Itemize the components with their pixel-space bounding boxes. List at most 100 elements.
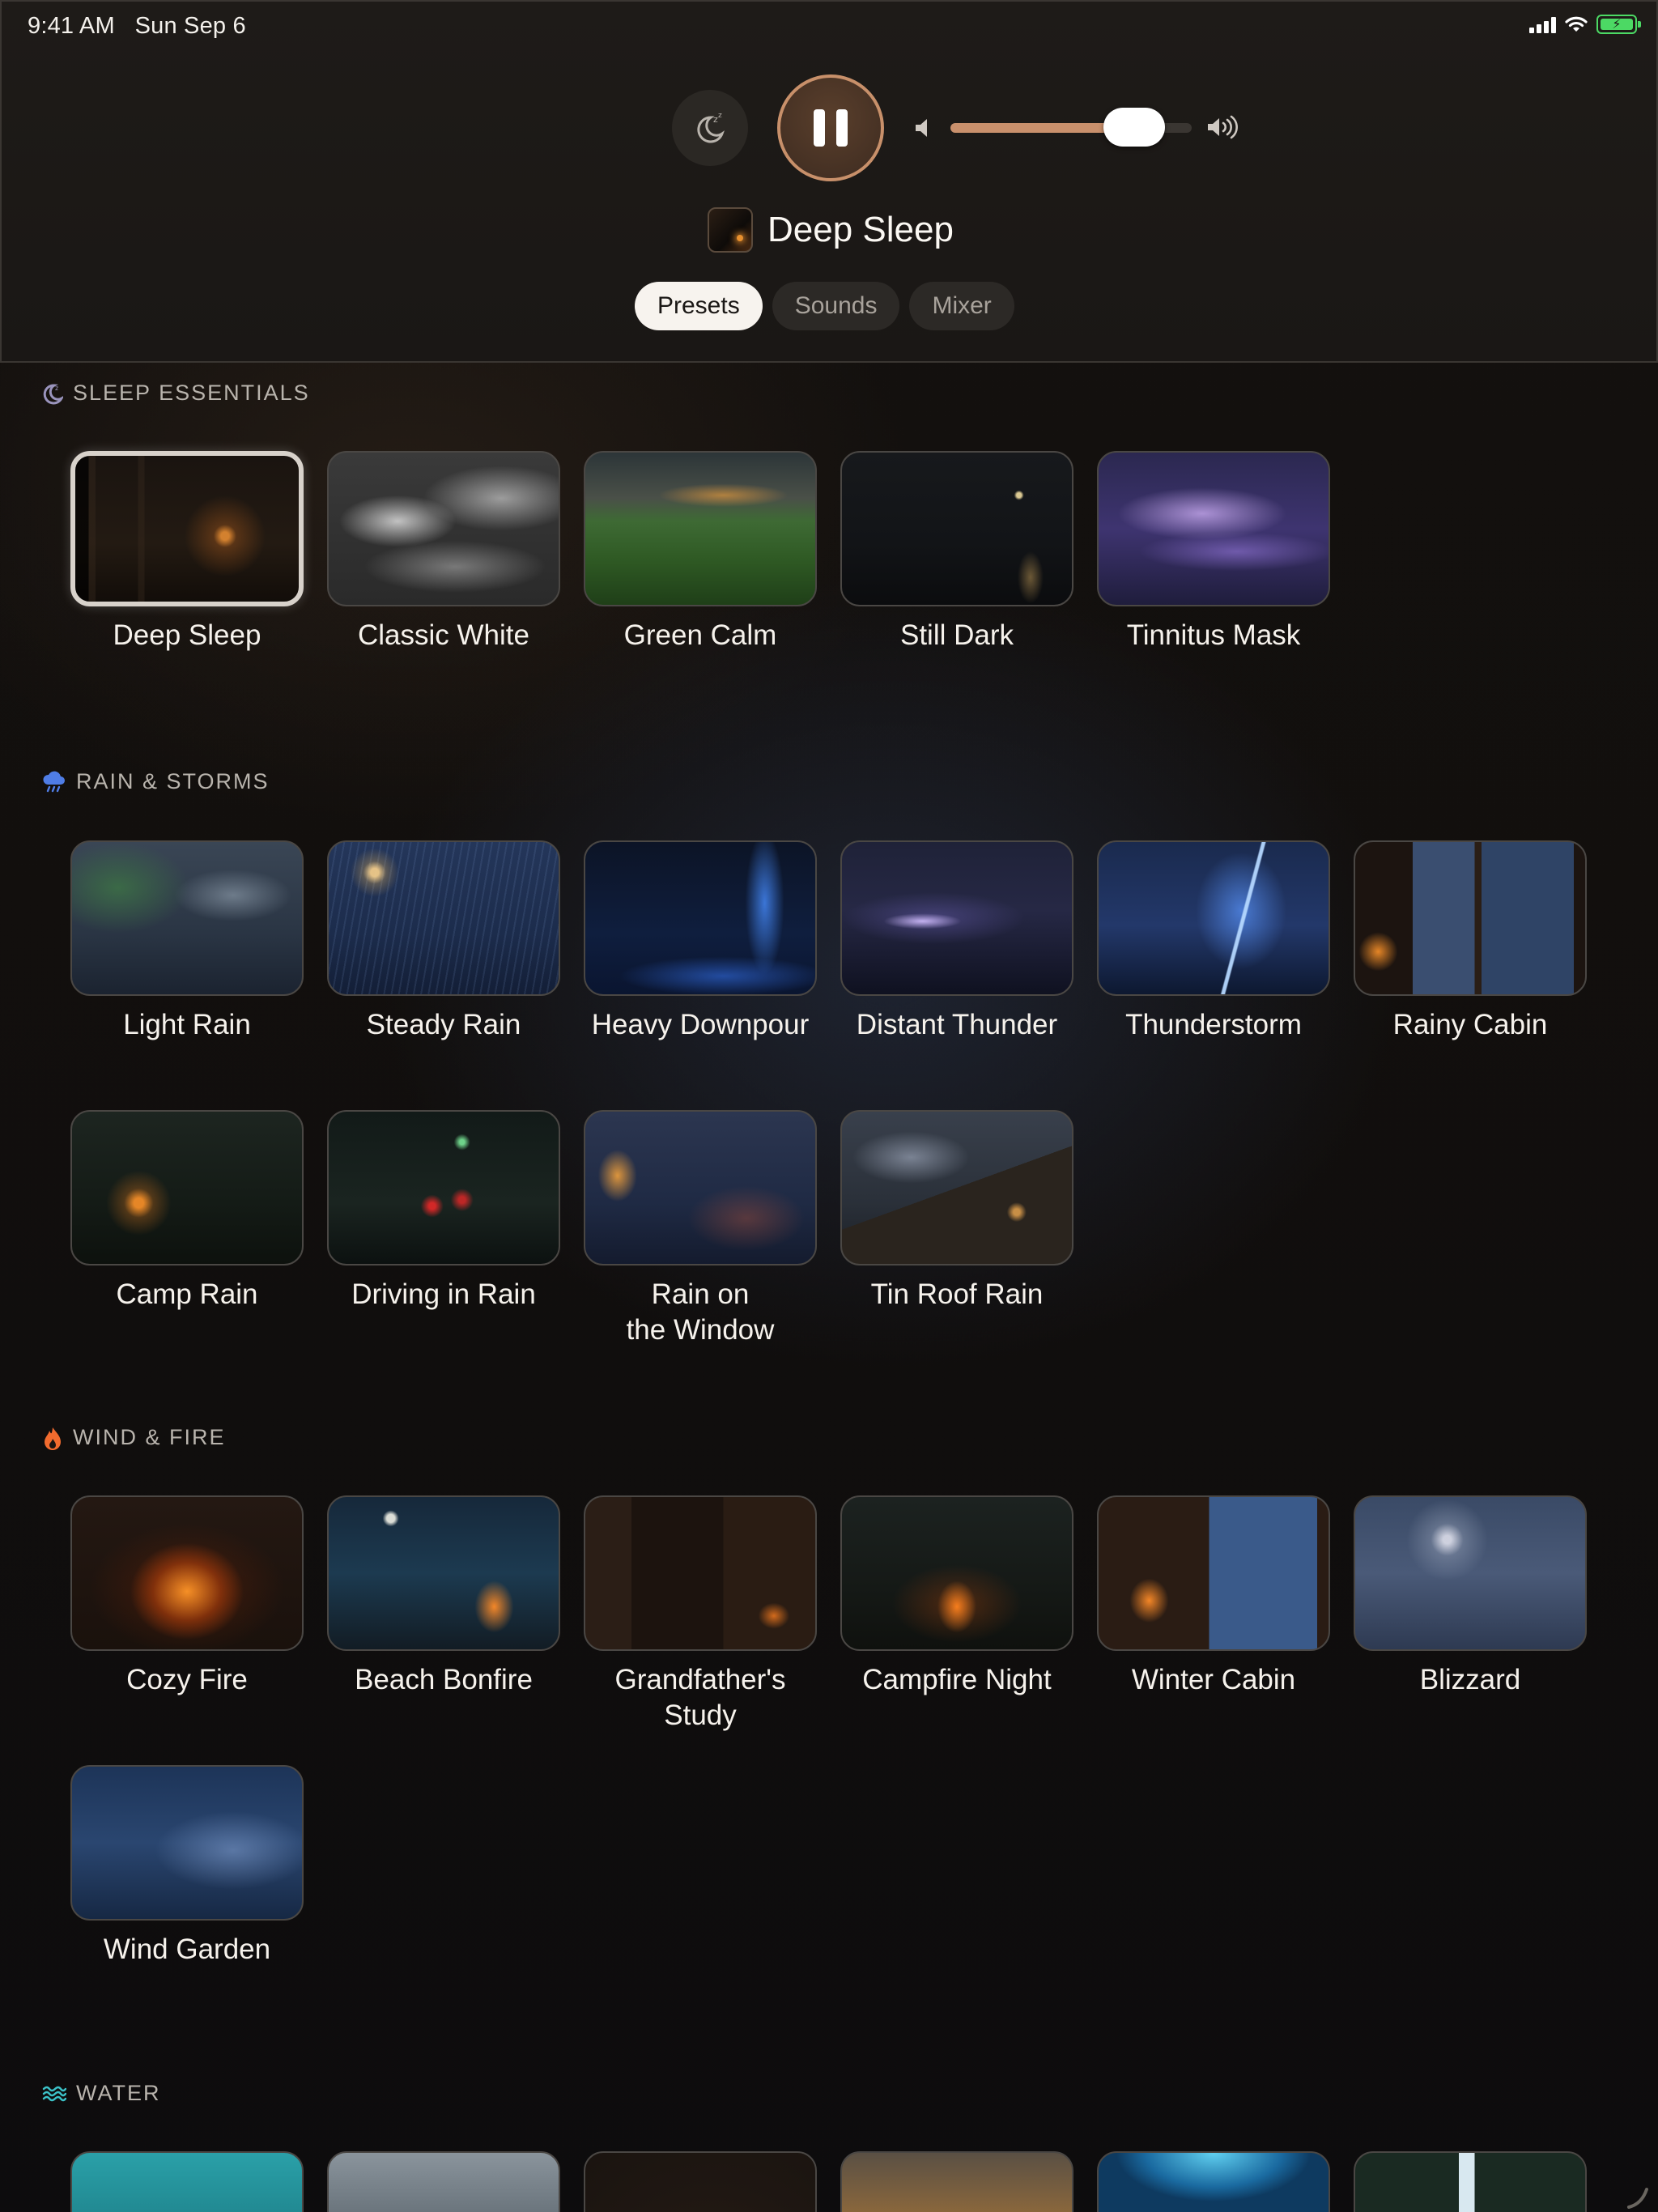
preset-tile-blizzard[interactable]: Blizzard xyxy=(1354,1495,1587,1698)
section-header-rain: RAIN & STORMS xyxy=(42,769,270,794)
preset-label: Heavy Downpour xyxy=(591,1009,810,1040)
section-title: WIND & FIRE xyxy=(73,1425,226,1449)
preset-tile-light-rain[interactable]: Light Rain xyxy=(70,840,304,1043)
preset-thumbnail xyxy=(327,2151,560,2212)
preset-thumbnail xyxy=(1097,1495,1330,1651)
preset-label: Rainy Cabin xyxy=(1392,1009,1548,1040)
preset-tile-water-2[interactable] xyxy=(327,2151,560,2212)
preset-tile-tinnitus-mask[interactable]: Tinnitus Mask xyxy=(1097,451,1330,653)
preset-label: Still Dark xyxy=(899,619,1014,651)
preset-thumbnail xyxy=(1097,840,1330,996)
preset-label: Driving in Rain xyxy=(351,1278,536,1310)
preset-thumbnail xyxy=(1097,2151,1330,2212)
preset-thumbnail xyxy=(1354,1495,1587,1651)
preset-label: Steady Rain xyxy=(366,1009,521,1040)
preset-thumbnail xyxy=(70,1765,304,1921)
tab-presets[interactable]: Presets xyxy=(635,282,763,330)
volume-low-icon xyxy=(916,119,927,137)
section-title: SLEEP ESSENTIALS xyxy=(73,381,310,405)
cellular-signal-icon xyxy=(1529,15,1556,33)
preset-label: Classic White xyxy=(358,619,529,651)
preset-thumbnail xyxy=(840,2151,1073,2212)
preset-tile-wind-garden[interactable]: Wind Garden xyxy=(70,1765,304,1967)
now-playing: Deep Sleep xyxy=(708,207,954,253)
preset-tile-water-4[interactable] xyxy=(840,2151,1073,2212)
preset-label: Cozy Fire xyxy=(126,1664,248,1695)
scroll-indicator[interactable] xyxy=(1626,2186,1650,2210)
preset-tile-campfire-night[interactable]: Campfire Night xyxy=(840,1495,1073,1698)
volume-slider[interactable] xyxy=(950,108,1192,147)
flame-icon xyxy=(45,1427,61,1450)
preset-thumbnail xyxy=(584,451,817,606)
preset-tile-distant-thunder[interactable]: Distant Thunder xyxy=(840,840,1073,1043)
section-title: WATER xyxy=(76,2081,161,2105)
preset-thumbnail xyxy=(584,1110,817,1266)
view-tabs: Presets Sounds Mixer xyxy=(635,282,1014,330)
preset-tile-beach-bonfire[interactable]: Beach Bonfire xyxy=(327,1495,560,1698)
preset-label: Distant Thunder xyxy=(856,1009,1058,1040)
tab-mixer[interactable]: Mixer xyxy=(909,282,1014,330)
preset-thumbnail xyxy=(327,840,560,996)
section-header-water: WATER xyxy=(42,2081,161,2106)
preset-label: Winter Cabin xyxy=(1131,1664,1296,1695)
preset-thumbnail xyxy=(70,840,304,996)
svg-text:z: z xyxy=(718,112,722,120)
preset-tile-deep-sleep[interactable]: Deep Sleep xyxy=(70,451,304,653)
preset-thumbnail xyxy=(70,1110,304,1266)
pause-button[interactable] xyxy=(777,74,884,181)
now-playing-title: Deep Sleep xyxy=(767,210,954,249)
preset-thumbnail xyxy=(1354,840,1587,996)
volume-slider-thumb[interactable] xyxy=(1103,108,1165,147)
preset-tile-classic-white[interactable]: Classic White xyxy=(327,451,560,653)
preset-tile-water-6[interactable] xyxy=(1354,2151,1587,2212)
preset-tile-camp-rain[interactable]: Camp Rain xyxy=(70,1110,304,1312)
preset-thumbnail xyxy=(1097,451,1330,606)
status-indicators: ⚡ xyxy=(1529,15,1641,34)
preset-thumbnail xyxy=(70,451,304,606)
preset-thumbnail xyxy=(840,1495,1073,1651)
preset-tile-driving-in-rain[interactable]: Driving in Rain xyxy=(327,1110,560,1312)
preset-tile-steady-rain[interactable]: Steady Rain xyxy=(327,840,560,1043)
preset-tile-grandfathers-study[interactable]: Grandfather's Study xyxy=(584,1495,817,1733)
preset-thumbnail xyxy=(327,451,560,606)
preset-label: Camp Rain xyxy=(116,1278,258,1310)
volume-high-icon xyxy=(1208,115,1238,139)
preset-thumbnail xyxy=(327,1110,560,1266)
preset-tile-thunderstorm[interactable]: Thunderstorm xyxy=(1097,840,1330,1043)
preset-tile-water-5[interactable] xyxy=(1097,2151,1330,2212)
preset-thumbnail xyxy=(584,840,817,996)
preset-thumbnail xyxy=(1354,2151,1587,2212)
preset-tile-rain-on-window[interactable]: Rain on the Window xyxy=(584,1110,817,1348)
preset-tile-green-calm[interactable]: Green Calm xyxy=(584,451,817,653)
preset-tile-rainy-cabin[interactable]: Rainy Cabin xyxy=(1354,840,1587,1043)
player-header: 9:41 AM Sun Sep 6 ⚡ z z Deep Sleep Prese… xyxy=(0,0,1658,363)
preset-tile-heavy-downpour[interactable]: Heavy Downpour xyxy=(584,840,817,1043)
preset-tile-winter-cabin[interactable]: Winter Cabin xyxy=(1097,1495,1330,1698)
preset-tile-water-1[interactable] xyxy=(70,2151,304,2212)
preset-label: Wind Garden xyxy=(103,1933,271,1965)
sleep-timer-button[interactable]: z z xyxy=(672,90,748,166)
preset-tile-cozy-fire[interactable]: Cozy Fire xyxy=(70,1495,304,1698)
preset-tile-tin-roof-rain[interactable]: Tin Roof Rain xyxy=(840,1110,1073,1312)
pause-icon xyxy=(814,109,825,147)
preset-tile-still-dark[interactable]: Still Dark xyxy=(840,451,1073,653)
section-header-sleep: z SLEEP ESSENTIALS xyxy=(42,381,310,406)
preset-thumbnail xyxy=(584,1495,817,1651)
preset-thumbnail xyxy=(327,1495,560,1651)
tab-sounds[interactable]: Sounds xyxy=(772,282,900,330)
status-time: 9:41 AM Sun Sep 6 xyxy=(28,13,246,40)
section-title: RAIN & STORMS xyxy=(76,769,270,793)
date: Sun Sep 6 xyxy=(134,13,246,39)
preset-thumbnail xyxy=(840,1110,1073,1266)
preset-label: Deep Sleep xyxy=(113,619,261,651)
preset-thumbnail xyxy=(840,840,1073,996)
preset-tile-water-3[interactable] xyxy=(584,2151,817,2212)
moon-zzz-icon: z z xyxy=(697,112,725,143)
preset-thumbnail xyxy=(70,2151,304,2212)
preset-label: Green Calm xyxy=(623,619,777,651)
rain-cloud-icon xyxy=(43,771,65,792)
preset-label: Rain on the Window xyxy=(626,1278,775,1346)
preset-thumbnail xyxy=(70,1495,304,1651)
moon-icon: z xyxy=(43,383,63,404)
preset-label: Blizzard xyxy=(1419,1664,1521,1695)
